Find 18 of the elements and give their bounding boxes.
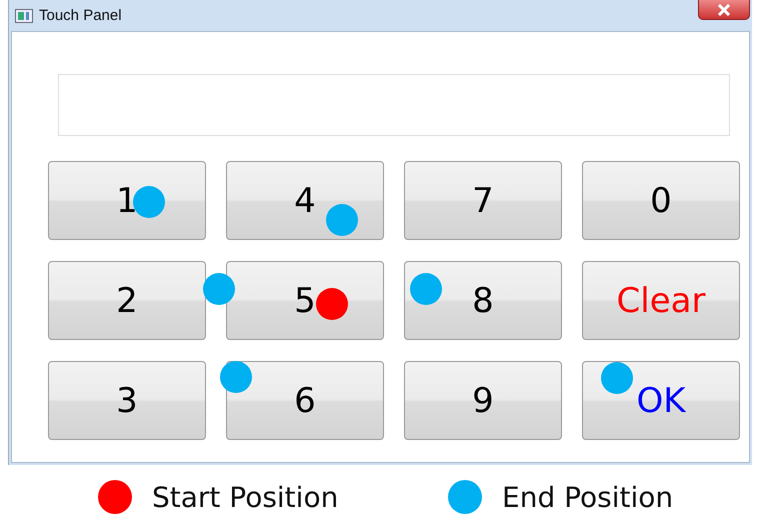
keypad-button[interactable]: 0 <box>582 161 740 240</box>
keypad-button[interactable]: OK <box>582 361 740 440</box>
keypad-button[interactable]: 2 <box>48 261 206 340</box>
keypad-button[interactable]: 3 <box>48 361 206 440</box>
keypad-button[interactable]: 8 <box>404 261 562 340</box>
close-icon <box>717 4 731 16</box>
keypad-button[interactable]: 5 <box>226 261 384 340</box>
keypad-button[interactable]: 6 <box>226 361 384 440</box>
keypad-button[interactable]: 9 <box>404 361 562 440</box>
keypad-button[interactable]: 1 <box>48 161 206 240</box>
keypad-button[interactable]: 7 <box>404 161 562 240</box>
keypad-button[interactable]: 4 <box>226 161 384 240</box>
close-button[interactable] <box>698 0 750 20</box>
window-icon <box>15 8 33 22</box>
input-field[interactable] <box>58 74 730 136</box>
legend-label: Start Position <box>152 480 338 514</box>
legend-label: End Position <box>502 480 674 514</box>
window-title: Touch Panel <box>39 7 122 24</box>
